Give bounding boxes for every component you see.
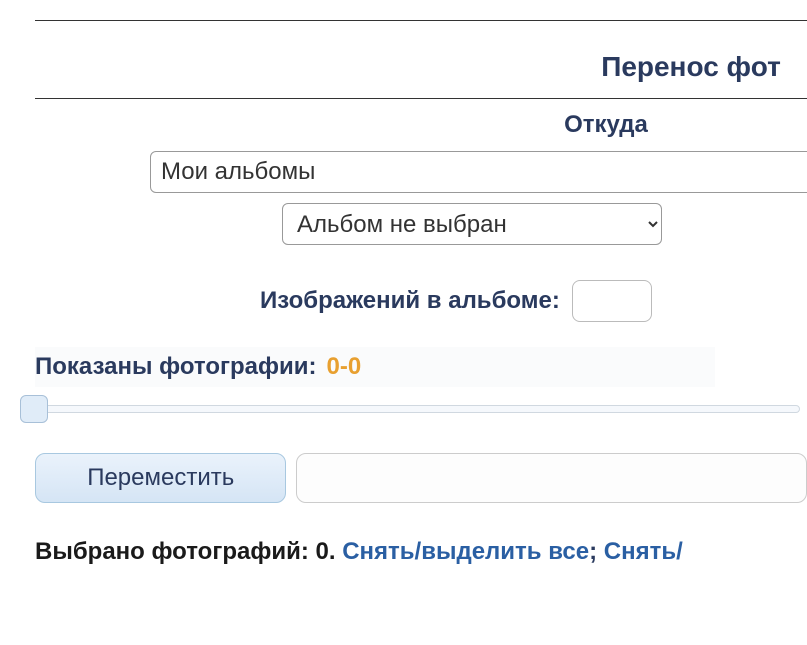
album-select[interactable]: Альбом не выбран bbox=[282, 203, 662, 245]
slider-thumb[interactable] bbox=[20, 395, 48, 423]
selection-label: Выбрано фотографий: bbox=[35, 538, 316, 565]
images-count-box bbox=[572, 280, 652, 322]
selection-count: 0 bbox=[316, 538, 329, 565]
albums-input[interactable] bbox=[150, 151, 807, 193]
selection-separator: ; bbox=[589, 538, 604, 565]
source-label: Откуда bbox=[35, 111, 807, 139]
shown-range: 0-0 bbox=[327, 353, 362, 381]
slider-track bbox=[35, 405, 800, 413]
photo-slider[interactable] bbox=[20, 393, 800, 423]
shown-label: Показаны фотографии: bbox=[35, 353, 317, 381]
divider-top bbox=[35, 20, 807, 21]
toggle-partial-link[interactable]: Снять/ bbox=[604, 538, 683, 565]
page-title: Перенос фот bbox=[35, 51, 807, 83]
divider-mid bbox=[35, 98, 807, 99]
toggle-all-link[interactable]: Снять/выделить все bbox=[342, 538, 589, 565]
move-button[interactable]: Переместить bbox=[35, 453, 286, 503]
secondary-box[interactable] bbox=[296, 453, 807, 503]
selection-dot: . bbox=[329, 538, 342, 565]
images-count-label: Изображений в альбоме: bbox=[260, 287, 560, 315]
selection-row: Выбрано фотографий: 0. Снять/выделить вс… bbox=[35, 538, 807, 566]
